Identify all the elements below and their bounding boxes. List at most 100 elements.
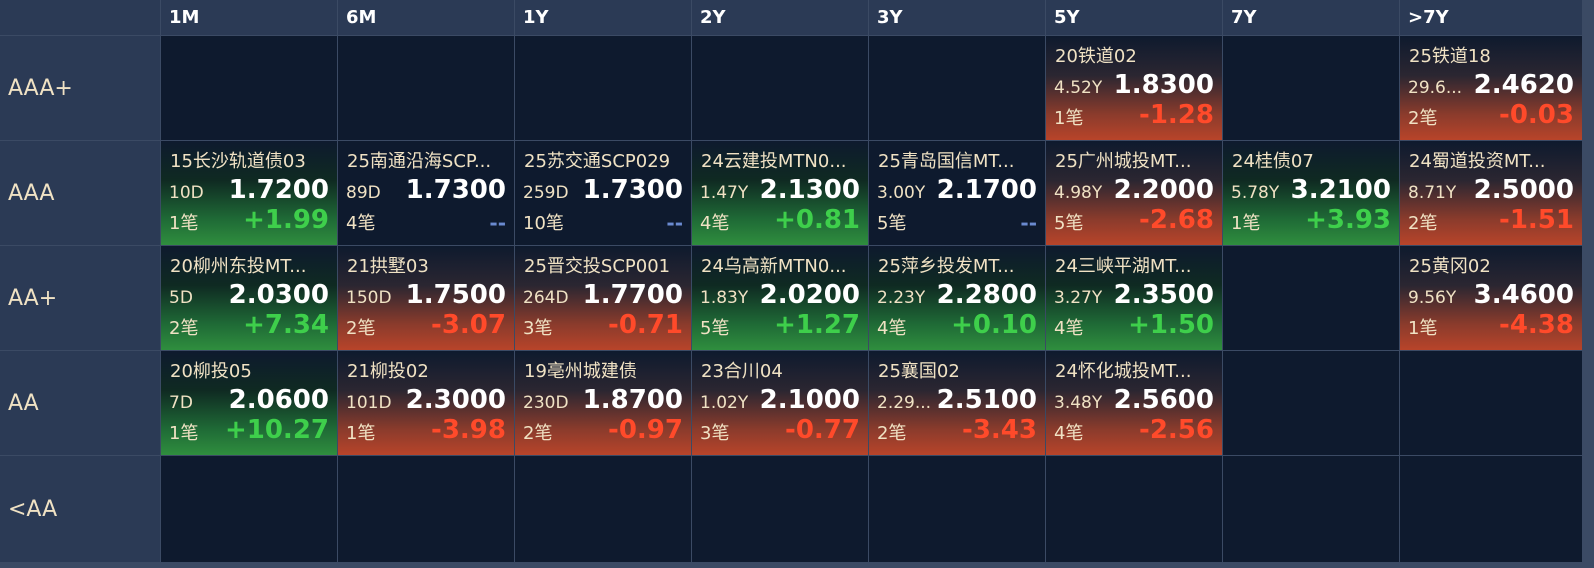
empty-cell [1400, 351, 1582, 455]
bond-cell[interactable]: 25苏交通SCP029 259D 1.7300 10笔 -- [515, 141, 691, 245]
bond-change: +1.27 [774, 310, 860, 340]
bond-cell[interactable]: 15长沙轨道债03 10D 1.7200 1笔 +1.99 [161, 141, 337, 245]
bond-name: 25襄国02 [878, 361, 960, 382]
bond-cell[interactable]: 19亳州城建债 230D 1.8700 2笔 -0.97 [515, 351, 691, 455]
column-header-1[interactable]: 6M [338, 0, 514, 35]
bond-cell[interactable]: 24蜀道投资MT... 8.71Y 2.5000 2笔 -1.51 [1400, 141, 1582, 245]
bond-cell[interactable]: 20柳投05 7D 2.0600 1笔 +10.27 [161, 351, 337, 455]
bond-name: 21柳投02 [347, 361, 429, 382]
column-header-6[interactable]: 7Y [1223, 0, 1399, 35]
row-header-4[interactable]: <AA [0, 456, 160, 562]
bond-cell[interactable]: 25萍乡投发MT... 2.23Y 2.2800 4笔 +0.10 [869, 246, 1045, 350]
empty-cell [869, 36, 1045, 140]
bond-yield: 1.8700 [582, 385, 683, 415]
bond-change: +7.34 [243, 310, 329, 340]
row-header-3[interactable]: AA [0, 351, 160, 455]
bond-name: 25黄冈02 [1409, 256, 1491, 277]
bond-trade-count: 4笔 [1054, 318, 1084, 339]
empty-cell [1046, 456, 1222, 562]
row-header-0[interactable]: AAA+ [0, 36, 160, 140]
bond-cell[interactable]: 25黄冈02 9.56Y 3.4600 1笔 -4.38 [1400, 246, 1582, 350]
bond-change: +0.10 [951, 310, 1037, 340]
bond-trade-count: 1笔 [1231, 213, 1261, 234]
bond-change: -- [489, 211, 506, 235]
bond-name: 24蜀道投资MT... [1409, 151, 1546, 172]
bond-change: -0.77 [785, 415, 860, 445]
bond-name: 25南通沿海SCP... [347, 151, 492, 172]
bond-trade-count: 4笔 [346, 213, 376, 234]
bond-cell[interactable]: 23合川04 1.02Y 2.1000 3笔 -0.77 [692, 351, 868, 455]
column-header-0[interactable]: 1M [161, 0, 337, 35]
bond-term: 264D [523, 288, 569, 308]
bond-term: 8.71Y [1408, 183, 1457, 203]
bond-term: 1.02Y [700, 393, 749, 413]
bond-term: 1.47Y [700, 183, 749, 203]
column-header-4[interactable]: 3Y [869, 0, 1045, 35]
bond-cell[interactable]: 21柳投02 101D 2.3000 1笔 -3.98 [338, 351, 514, 455]
row-header-1[interactable]: AAA [0, 141, 160, 245]
bond-cell[interactable]: 24乌高新MTN0... 1.83Y 2.0200 5笔 +1.27 [692, 246, 868, 350]
bond-cell[interactable]: 25青岛国信MT... 3.00Y 2.1700 5笔 -- [869, 141, 1045, 245]
bond-yield: 2.5000 [1473, 175, 1574, 205]
bond-cell[interactable]: 25广州城投MT... 4.98Y 2.2000 5笔 -2.68 [1046, 141, 1222, 245]
bond-trade-count: 2笔 [1408, 108, 1438, 129]
column-header-5[interactable]: 5Y [1046, 0, 1222, 35]
bond-cell[interactable]: 20铁道02 4.52Y 1.8300 1笔 -1.28 [1046, 36, 1222, 140]
bond-term: 10D [169, 183, 204, 203]
empty-cell [1223, 246, 1399, 350]
yield-heatmap-grid: 1M 6M 1Y 2Y 3Y 5Y 7Y >7Y AAA+ 20铁道02 4.52Y 1.8300 1笔… [0, 0, 1594, 568]
column-header-3[interactable]: 2Y [692, 0, 868, 35]
bond-yield: 3.4600 [1473, 280, 1574, 310]
bond-cell[interactable]: 24云建投MTN0... 1.47Y 2.1300 4笔 +0.81 [692, 141, 868, 245]
bond-yield: 2.3500 [1113, 280, 1214, 310]
bond-term: 5D [169, 288, 193, 308]
bond-change: -1.28 [1139, 100, 1214, 130]
column-header-2[interactable]: 1Y [515, 0, 691, 35]
bond-name: 24桂债07 [1232, 151, 1314, 172]
bond-name: 24三峡平湖MT... [1055, 256, 1192, 277]
bond-change: -3.43 [962, 415, 1037, 445]
bond-change: -3.07 [431, 310, 506, 340]
bond-term: 29.6... [1408, 78, 1463, 98]
bond-yield: 1.7300 [582, 175, 683, 205]
bond-cell[interactable]: 24桂债07 5.78Y 3.2100 1笔 +3.93 [1223, 141, 1399, 245]
column-header-7[interactable]: >7Y [1400, 0, 1582, 35]
bond-term: 101D [346, 393, 392, 413]
bond-trade-count: 5笔 [1054, 213, 1084, 234]
bond-cell[interactable]: 25襄国02 2.29... 2.5100 2笔 -3.43 [869, 351, 1045, 455]
bond-trade-count: 5笔 [877, 213, 907, 234]
bond-cell[interactable]: 20柳州东投MT... 5D 2.0300 2笔 +7.34 [161, 246, 337, 350]
bond-trade-count: 1笔 [346, 423, 376, 444]
bond-term: 3.27Y [1054, 288, 1103, 308]
bond-trade-count: 3笔 [700, 423, 730, 444]
empty-cell [161, 36, 337, 140]
bond-cell[interactable]: 25铁道18 29.6... 2.4620 2笔 -0.03 [1400, 36, 1582, 140]
bond-term: 2.29... [877, 393, 932, 413]
bond-yield: 2.5600 [1113, 385, 1214, 415]
bond-name: 24怀化城投MT... [1055, 361, 1192, 382]
row-header-2[interactable]: AA+ [0, 246, 160, 350]
bond-name: 25广州城投MT... [1055, 151, 1192, 172]
bond-cell[interactable]: 25南通沿海SCP... 89D 1.7300 4笔 -- [338, 141, 514, 245]
bond-change: -2.56 [1139, 415, 1214, 445]
bond-change: -0.97 [608, 415, 683, 445]
bond-yield: 2.2000 [1113, 175, 1214, 205]
bond-name: 23合川04 [701, 361, 783, 382]
bond-yield: 2.3000 [405, 385, 506, 415]
bond-term: 3.00Y [877, 183, 926, 203]
bond-trade-count: 2笔 [346, 318, 376, 339]
bond-name: 25萍乡投发MT... [878, 256, 1015, 277]
bond-term: 1.83Y [700, 288, 749, 308]
empty-cell [515, 456, 691, 562]
bond-change: -0.71 [608, 310, 683, 340]
bond-cell[interactable]: 25晋交投SCP001 264D 1.7700 3笔 -0.71 [515, 246, 691, 350]
bond-term: 3.48Y [1054, 393, 1103, 413]
bond-cell[interactable]: 24怀化城投MT... 3.48Y 2.5600 4笔 -2.56 [1046, 351, 1222, 455]
bond-change: +0.81 [774, 205, 860, 235]
bond-term: 4.52Y [1054, 78, 1103, 98]
bond-term: 9.56Y [1408, 288, 1457, 308]
bond-cell[interactable]: 21拱墅03 150D 1.7500 2笔 -3.07 [338, 246, 514, 350]
bond-yield: 2.0200 [759, 280, 860, 310]
bond-cell[interactable]: 24三峡平湖MT... 3.27Y 2.3500 4笔 +1.50 [1046, 246, 1222, 350]
bond-trade-count: 3笔 [523, 318, 553, 339]
